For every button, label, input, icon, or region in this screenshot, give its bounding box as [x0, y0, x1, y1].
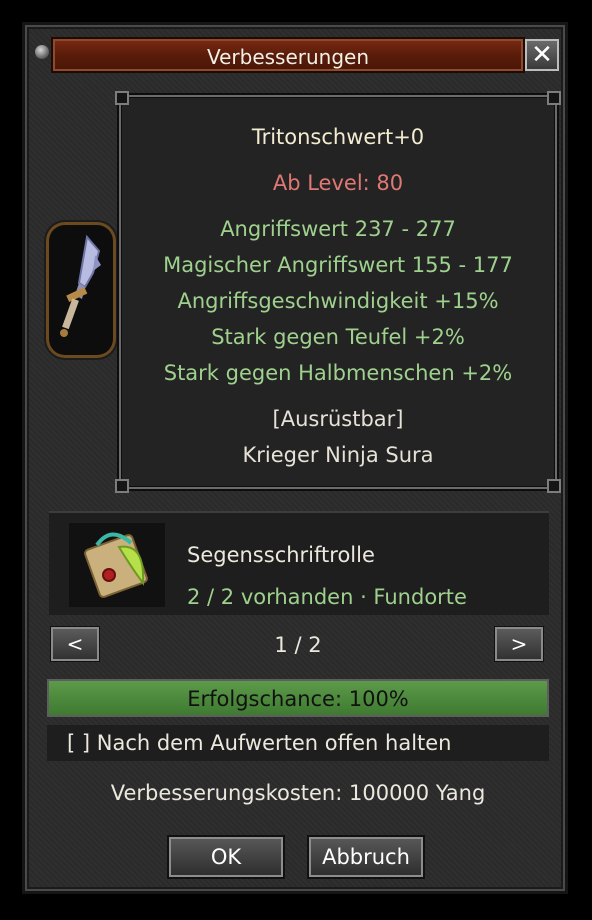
class-list: Krieger Ninja Sura	[242, 443, 434, 467]
stat-line: Stark gegen Halbmenschen +2%	[163, 361, 513, 385]
keep-open-checkbox[interactable]: [ ] Nach dem Aufwerten offen halten	[47, 725, 549, 761]
sword-icon	[60, 234, 101, 337]
success-chance-bar: Erfolgschance: 100%	[47, 679, 549, 717]
item-name: Tritonschwert+0	[251, 125, 425, 149]
level-requirement: Ab Level: 80	[272, 171, 404, 195]
ok-button[interactable]: OK	[169, 837, 283, 877]
corner-ornament	[547, 479, 561, 493]
next-page-button[interactable]: >	[495, 627, 543, 661]
window-title: Verbesserungen	[206, 45, 370, 69]
cancel-button[interactable]: Abbruch	[309, 837, 423, 877]
stat-line: Stark gegen Teufel +2%	[211, 325, 465, 349]
title-bar[interactable]: Verbesserungen	[51, 37, 525, 73]
material-count[interactable]: 2 / 2 vorhanden · Fundorte	[187, 585, 467, 609]
material-slot[interactable]	[69, 523, 165, 607]
stat-line: Angriffswert 237 - 277	[220, 217, 456, 241]
scroll-icon	[84, 532, 148, 598]
corner-ornament	[115, 479, 129, 493]
corner-ornament	[115, 91, 129, 105]
upgrade-window: Verbesserungen ✕ Tritonschwert+0 Ab Leve…	[22, 22, 568, 894]
corner-ornament	[547, 91, 561, 105]
page-indicator: 1 / 2	[274, 633, 322, 657]
success-chance-label: Erfolgschance: 100%	[187, 687, 409, 711]
equip-label: [Ausrüstbar]	[272, 407, 404, 431]
item-tooltip: Tritonschwert+0 Ab Level: 80 Angriffswer…	[115, 91, 561, 493]
stat-line: Magischer Angriffswert 155 - 177	[163, 253, 513, 277]
item-slot[interactable]	[49, 225, 113, 355]
pin-icon	[35, 45, 49, 59]
upgrade-cost: Verbesserungskosten: 100000 Yang	[110, 781, 486, 805]
material-panel: Segensschriftrolle 2 / 2 vorhanden · Fun…	[49, 511, 549, 615]
material-name: Segensschriftrolle	[187, 543, 375, 567]
stat-line: Angriffsgeschwindigkeit +15%	[177, 289, 499, 313]
close-button[interactable]: ✕	[525, 39, 559, 71]
